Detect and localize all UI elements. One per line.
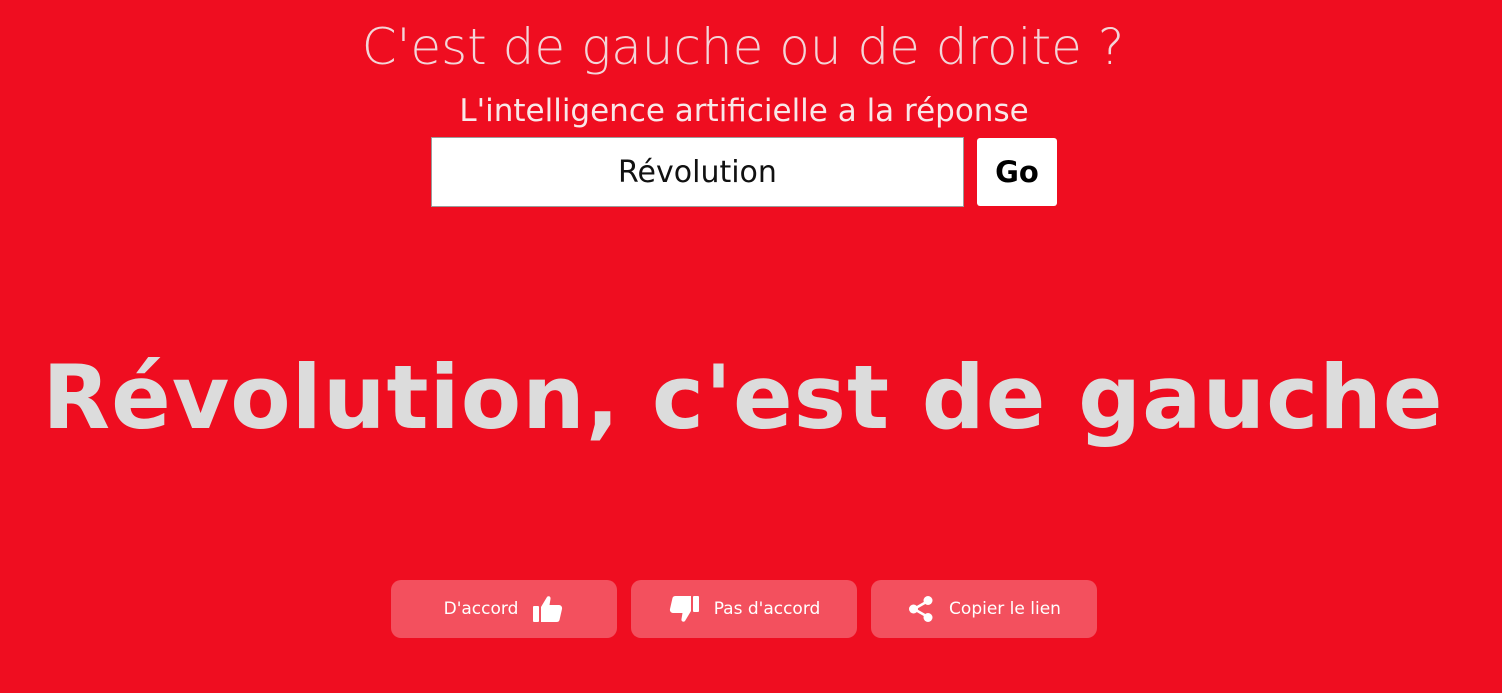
- disagree-button[interactable]: Pas d'accord: [631, 580, 857, 638]
- disagree-label: Pas d'accord: [713, 599, 821, 619]
- thumbs-up-icon: [532, 595, 564, 623]
- agree-button[interactable]: D'accord: [391, 580, 617, 638]
- page-subtitle: L'intelligence artificielle a la réponse: [459, 93, 1029, 129]
- verdict-text: Révolution, c'est de gauche: [42, 346, 1444, 449]
- go-button[interactable]: Go: [977, 138, 1057, 206]
- page-title: C'est de gauche ou de droite ?: [361, 18, 1125, 76]
- search-input[interactable]: [431, 137, 964, 207]
- agree-label: D'accord: [443, 599, 519, 619]
- copy-link-button[interactable]: Copier le lien: [871, 580, 1097, 638]
- share-icon: [907, 595, 935, 623]
- thumbs-down-icon: [668, 595, 700, 623]
- copy-link-label: Copier le lien: [949, 599, 1061, 619]
